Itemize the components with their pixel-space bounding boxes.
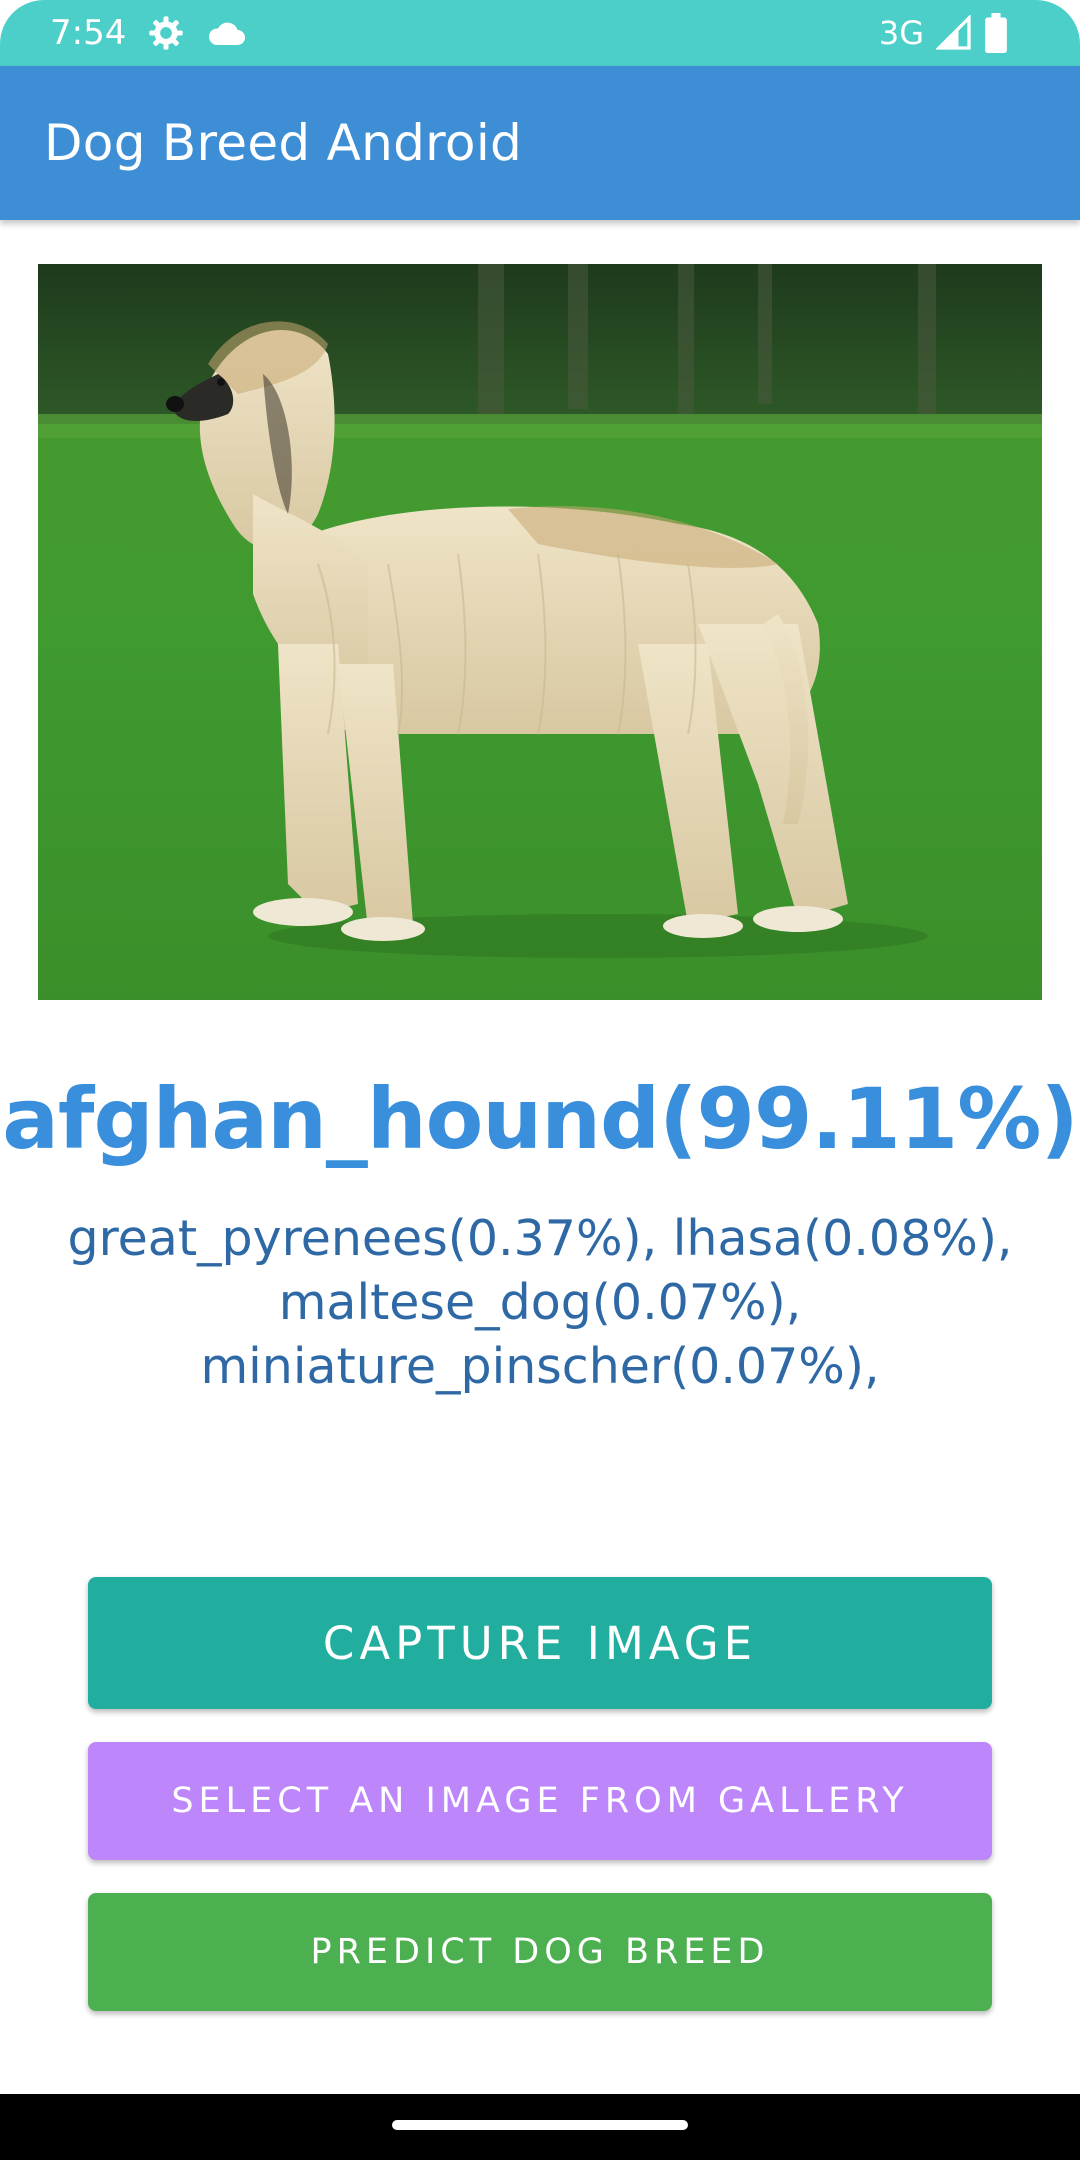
dog-photo xyxy=(38,264,1042,1000)
app-bar: Dog Breed Android xyxy=(0,66,1080,220)
gear-icon xyxy=(149,16,184,50)
status-right: 3G xyxy=(879,0,1008,66)
predict-dog-breed-button[interactable]: PREDICT DOG BREED xyxy=(88,1893,992,2011)
status-time: 7:54 xyxy=(50,13,127,53)
app-title: Dog Breed Android xyxy=(44,114,523,172)
other-predictions: great_pyrenees(0.37%), lhasa(0.08%), mal… xyxy=(67,1210,1013,1395)
signal-icon xyxy=(936,15,971,50)
capture-image-button[interactable]: CAPTURE IMAGE xyxy=(88,1577,992,1709)
cloud-icon xyxy=(209,22,246,45)
home-gesture-handle[interactable] xyxy=(392,2120,688,2130)
status-left: 7:54 xyxy=(50,0,248,66)
status-bar: 7:54 3G xyxy=(0,0,1080,66)
select-from-gallery-button[interactable]: SELECT AN IMAGE FROM GALLERY xyxy=(88,1742,992,1860)
battery-icon xyxy=(985,13,1007,53)
network-type: 3G xyxy=(878,14,924,52)
top-prediction: afghan_hound(99.11%) xyxy=(2,1070,1079,1168)
